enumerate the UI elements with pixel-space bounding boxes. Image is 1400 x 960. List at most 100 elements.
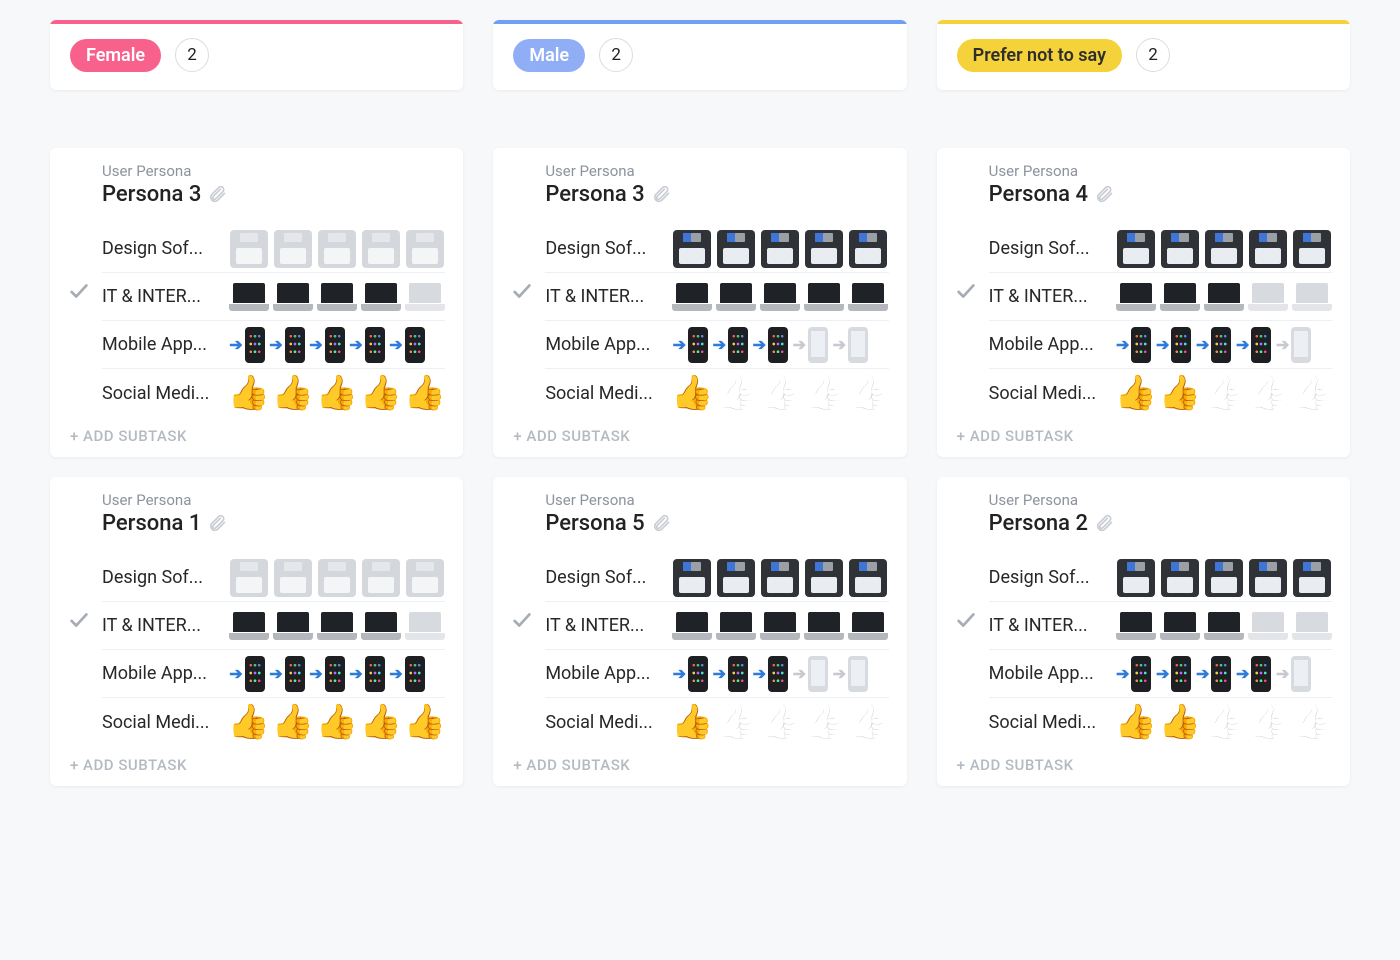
laptop-icon <box>1115 276 1157 318</box>
column-header[interactable]: Female 2 <box>50 20 463 90</box>
thumb-icon: 👍 <box>847 701 889 743</box>
thumb-icon: 👍 <box>1159 372 1201 414</box>
card-title[interactable]: Persona 1 <box>102 511 201 536</box>
attachment-icon[interactable] <box>207 183 227 207</box>
phone-icon: ➔ <box>751 324 789 366</box>
phone-icon: ➔ <box>671 324 709 366</box>
phone-icon: ➔ <box>1235 324 1273 366</box>
rating-social[interactable]: 👍👍👍👍👍 <box>671 698 889 746</box>
floppy-icon <box>316 228 358 270</box>
column-title-pill[interactable]: Prefer not to say <box>957 39 1122 72</box>
persona-card[interactable]: User Persona Persona 3 Design Sof... IT … <box>50 148 463 457</box>
metric-social: Social Medi... 👍👍👍👍👍 <box>102 369 445 417</box>
rating-it[interactable] <box>228 602 446 649</box>
rating-design[interactable] <box>671 225 889 272</box>
laptop-icon <box>1291 276 1333 318</box>
laptop-icon <box>847 276 889 318</box>
rating-mobile[interactable]: ➔➔➔➔➔ <box>671 650 869 697</box>
metric-label: IT & INTER... <box>102 286 224 307</box>
thumb-icon: 👍 <box>671 701 713 743</box>
persona-card[interactable]: User Persona Persona 5 Design Sof... IT … <box>493 477 906 786</box>
card-title[interactable]: Persona 2 <box>989 511 1088 536</box>
attachment-icon[interactable] <box>1094 183 1114 207</box>
complete-check-icon[interactable] <box>68 609 90 635</box>
phone-icon: ➔ <box>1155 653 1193 695</box>
attachment-icon[interactable] <box>207 512 227 536</box>
metric-social: Social Medi... 👍👍👍👍👍 <box>102 698 445 746</box>
persona-card[interactable]: User Persona Persona 4 Design Sof... IT … <box>937 148 1350 457</box>
attachment-icon[interactable] <box>651 512 671 536</box>
persona-card[interactable]: User Persona Persona 1 Design Sof... IT … <box>50 477 463 786</box>
card-category: User Persona <box>102 162 445 180</box>
card-title[interactable]: Persona 3 <box>102 182 201 207</box>
rating-mobile[interactable]: ➔➔➔➔➔ <box>1115 650 1313 697</box>
metric-label: Design Sof... <box>102 238 224 259</box>
metric-mobile: Mobile App... ➔➔➔➔➔ <box>102 650 445 698</box>
complete-check-icon[interactable] <box>511 280 533 306</box>
complete-check-icon[interactable] <box>955 609 977 635</box>
column-title-pill[interactable]: Female <box>70 39 161 72</box>
rating-design[interactable] <box>1115 225 1333 272</box>
rating-social[interactable]: 👍👍👍👍👍 <box>1115 698 1333 746</box>
attachment-icon[interactable] <box>1094 512 1114 536</box>
rating-social[interactable]: 👍👍👍👍👍 <box>228 698 446 746</box>
phone-icon: ➔ <box>751 653 789 695</box>
column-header[interactable]: Prefer not to say 2 <box>937 20 1350 90</box>
add-subtask-button[interactable]: + ADD SUBTASK <box>511 756 888 774</box>
add-subtask-button[interactable]: + ADD SUBTASK <box>68 756 445 774</box>
phone-icon: ➔ <box>348 653 386 695</box>
thumb-icon: 👍 <box>803 701 845 743</box>
rating-it[interactable] <box>671 602 889 649</box>
thumb-icon: 👍 <box>1247 372 1289 414</box>
persona-card[interactable]: User Persona Persona 3 Design Sof... IT … <box>493 148 906 457</box>
metric-design: Design Sof... <box>989 554 1332 602</box>
complete-check-icon[interactable] <box>955 280 977 306</box>
complete-check-icon[interactable] <box>511 609 533 635</box>
floppy-icon <box>1203 228 1245 270</box>
rating-mobile[interactable]: ➔➔➔➔➔ <box>1115 321 1313 368</box>
rating-it[interactable] <box>1115 602 1333 649</box>
rating-design[interactable] <box>671 554 889 601</box>
rating-design[interactable] <box>228 225 446 272</box>
phone-icon: ➔ <box>1195 653 1233 695</box>
floppy-icon <box>715 228 757 270</box>
floppy-icon <box>228 557 270 599</box>
metric-label: Design Sof... <box>989 567 1111 588</box>
persona-card[interactable]: User Persona Persona 2 Design Sof... IT … <box>937 477 1350 786</box>
metric-it: IT & INTER... <box>545 602 888 650</box>
column-title-pill[interactable]: Male <box>513 39 585 72</box>
laptop-icon <box>1203 276 1245 318</box>
rating-design[interactable] <box>1115 554 1333 601</box>
rating-social[interactable]: 👍👍👍👍👍 <box>228 369 446 417</box>
floppy-icon <box>847 557 889 599</box>
rating-design[interactable] <box>228 554 446 601</box>
phone-icon: ➔ <box>1195 324 1233 366</box>
rating-it[interactable] <box>1115 273 1333 320</box>
column-header[interactable]: Male 2 <box>493 20 906 90</box>
card-title[interactable]: Persona 4 <box>989 182 1088 207</box>
attachment-icon[interactable] <box>651 183 671 207</box>
rating-it[interactable] <box>228 273 446 320</box>
rating-mobile[interactable]: ➔➔➔➔➔ <box>228 321 426 368</box>
rating-it[interactable] <box>671 273 889 320</box>
add-subtask-button[interactable]: + ADD SUBTASK <box>955 756 1332 774</box>
add-subtask-button[interactable]: + ADD SUBTASK <box>511 427 888 445</box>
card-title[interactable]: Persona 5 <box>545 511 644 536</box>
card-title[interactable]: Persona 3 <box>545 182 644 207</box>
rating-mobile[interactable]: ➔➔➔➔➔ <box>228 650 426 697</box>
floppy-icon <box>1291 557 1333 599</box>
rating-mobile[interactable]: ➔➔➔➔➔ <box>671 321 869 368</box>
laptop-icon <box>404 276 446 318</box>
add-subtask-button[interactable]: + ADD SUBTASK <box>955 427 1332 445</box>
metric-design: Design Sof... <box>545 225 888 273</box>
laptop-icon <box>404 605 446 647</box>
add-subtask-button[interactable]: + ADD SUBTASK <box>68 427 445 445</box>
rating-social[interactable]: 👍👍👍👍👍 <box>1115 369 1333 417</box>
floppy-icon <box>1203 557 1245 599</box>
laptop-icon <box>1203 605 1245 647</box>
floppy-icon <box>360 557 402 599</box>
complete-check-icon[interactable] <box>68 280 90 306</box>
rating-social[interactable]: 👍👍👍👍👍 <box>671 369 889 417</box>
thumb-icon: 👍 <box>272 701 314 743</box>
metric-social: Social Medi... 👍👍👍👍👍 <box>545 698 888 746</box>
